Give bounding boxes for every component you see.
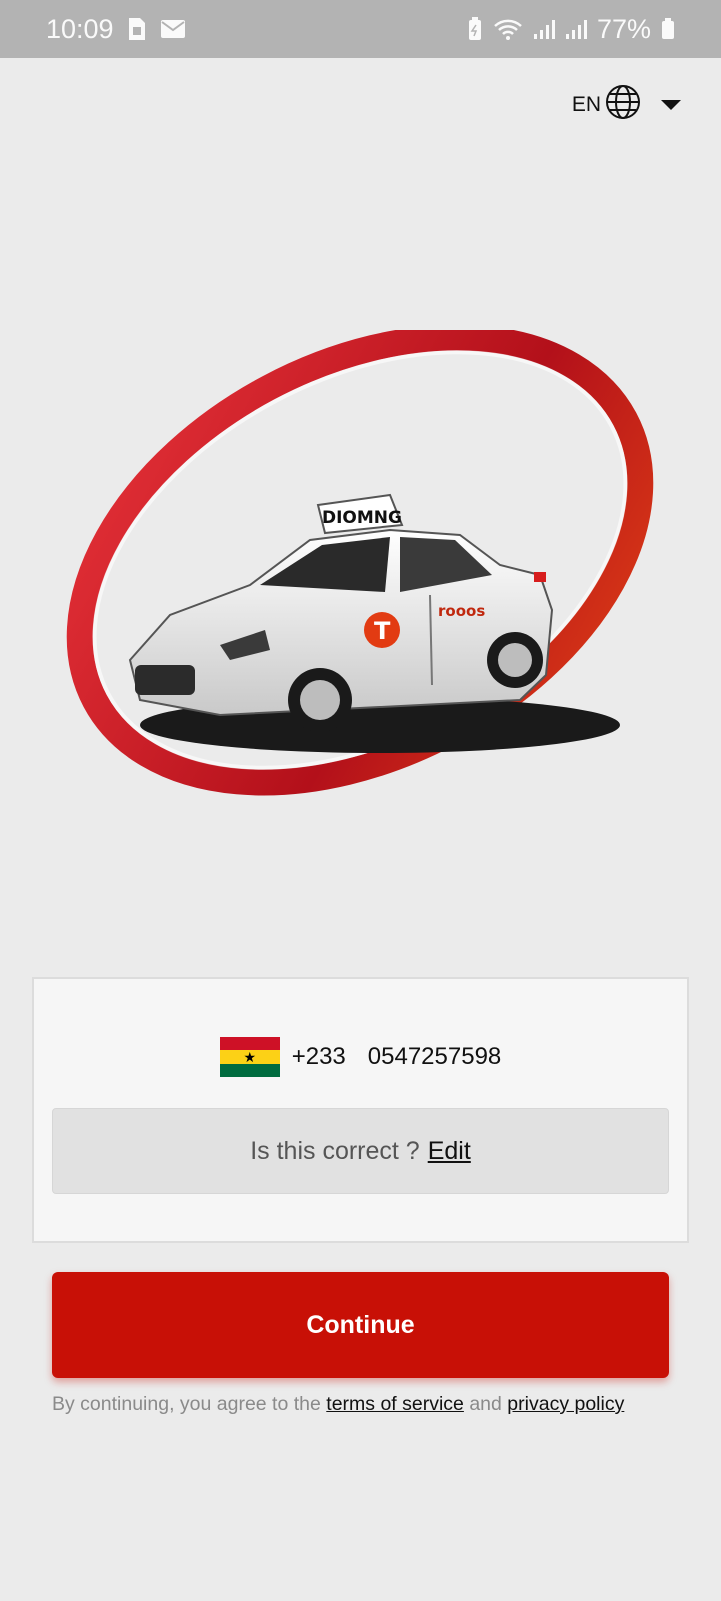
status-right: 77% (467, 14, 675, 45)
confirm-number-box: Is this correct ? Edit (52, 1108, 669, 1194)
signal-icon (533, 18, 555, 40)
legal-agreement-text: By continuing, you agree to the terms of… (52, 1393, 624, 1416)
hero-taxi-logo: DIOMNG T rooos (60, 324, 680, 810)
country-code: +233 (291, 1043, 346, 1070)
legal-and: and (469, 1393, 502, 1415)
terms-of-service-link[interactable]: terms of service (326, 1393, 464, 1415)
mail-icon (160, 18, 186, 40)
ghana-flag-icon: ★ (219, 1037, 280, 1077)
sim-card-icon (124, 16, 150, 42)
edit-number-link[interactable]: Edit (428, 1137, 471, 1166)
status-left: 10:09 (46, 14, 186, 45)
phone-number-row: ★ +233 0547257598 (34, 1037, 687, 1077)
continue-button[interactable]: Continue (52, 1272, 669, 1378)
wifi-icon (493, 17, 523, 41)
privacy-policy-link[interactable]: privacy policy (507, 1393, 624, 1415)
confirm-question: Is this correct ? (250, 1136, 420, 1165)
chevron-down-icon (661, 100, 681, 110)
signal-icon (565, 18, 587, 40)
battery-saver-icon (467, 17, 483, 41)
phone-confirmation-card: ★ +233 0547257598 Is this correct ? Edit (32, 977, 689, 1243)
roof-sign-text: DIOMNG (322, 508, 402, 528)
language-selector[interactable]: EN (572, 84, 681, 126)
battery-percentage: 77% (596, 13, 651, 44)
taxi-logo-illustration: DIOMNG T rooos (66, 324, 654, 796)
phone-number: 0547257598 (367, 1043, 502, 1070)
status-time: 10:09 (46, 13, 114, 44)
door-text: rooos (438, 602, 485, 620)
battery-icon (661, 18, 675, 40)
language-code: EN (571, 93, 601, 116)
door-badge: T (374, 617, 391, 645)
globe-icon (605, 84, 641, 126)
legal-prefix: By continuing, you agree to the (52, 1393, 321, 1415)
status-bar: 10:09 77% (0, 0, 721, 58)
